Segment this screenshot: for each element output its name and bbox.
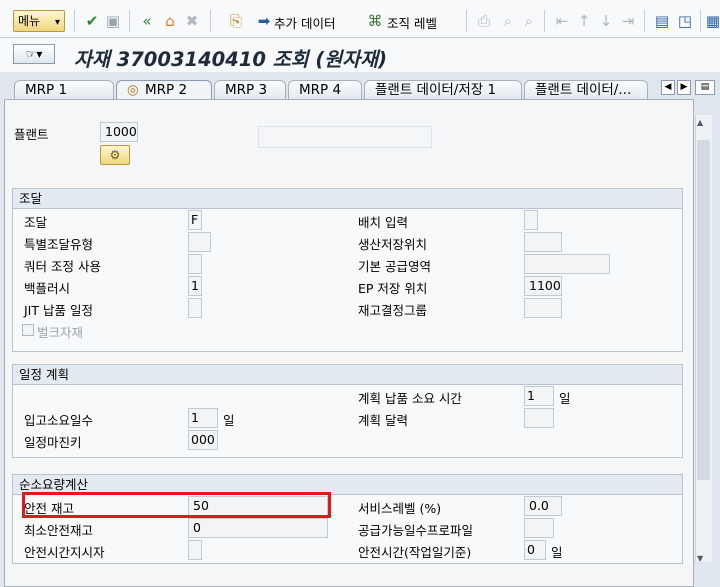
- jit-schedule-label: JIT 납품 일정: [24, 303, 93, 318]
- menu-button[interactable]: 메뉴 ▾: [13, 10, 65, 32]
- separator: [466, 10, 467, 32]
- batch-entry-field[interactable]: [524, 210, 538, 230]
- print-icon[interactable]: ⎙: [475, 12, 493, 30]
- next-page-icon[interactable]: ↓: [597, 12, 615, 30]
- shortcut-icon[interactable]: ◳: [676, 12, 694, 30]
- procurement-header: 조달: [13, 189, 682, 209]
- margin-key-label: 일정마진키: [24, 435, 82, 450]
- gr-processing-time-unit: 일: [223, 413, 235, 428]
- scroll-down-icon[interactable]: ▼: [697, 554, 703, 563]
- new-session-icon[interactable]: ▤: [653, 12, 671, 30]
- find-next-icon[interactable]: ⌕: [520, 12, 538, 30]
- ep-storage-location-label: EP 저장 위치: [358, 281, 428, 296]
- plant-label: 플랜트: [14, 127, 49, 142]
- safety-time-indicator-label: 안전시간지시자: [24, 545, 105, 560]
- prod-storage-location-label: 생산저장위치: [358, 237, 428, 252]
- planning-calendar-field[interactable]: [524, 408, 554, 428]
- separator: [210, 10, 211, 32]
- gr-processing-time-label: 입고소요일수: [24, 413, 94, 428]
- tab-mrp4[interactable]: MRP 4: [288, 80, 362, 99]
- service-level-label: 서비스레벨 (%): [358, 501, 442, 516]
- save-icon[interactable]: ▣: [104, 12, 122, 30]
- separator: [74, 10, 75, 32]
- tab-mrp1[interactable]: MRP 1: [14, 80, 114, 99]
- back-icon[interactable]: «: [138, 12, 156, 30]
- org-levels-icon[interactable]: ⌘: [366, 12, 384, 30]
- stock-determination-group-field[interactable]: [524, 298, 562, 318]
- last-page-icon[interactable]: ⇥: [619, 12, 637, 30]
- first-page-icon[interactable]: ⇤: [553, 12, 571, 30]
- special-procurement-label: 특별조달유형: [24, 237, 94, 252]
- quota-usage-field[interactable]: [188, 254, 202, 274]
- separator: [700, 10, 701, 32]
- backflush-field[interactable]: 1: [188, 276, 202, 296]
- min-safety-stock-label: 최소안전재고: [24, 523, 94, 538]
- planned-delivery-label: 계획 납품 소요 시간: [358, 391, 462, 406]
- procurement-type-label: 조달: [24, 215, 48, 230]
- cancel-icon[interactable]: ✖: [183, 12, 201, 30]
- scrollbar-thumb[interactable]: [697, 140, 710, 480]
- coverage-profile-label: 공급가능일수프로파일: [358, 523, 474, 538]
- highlight-box: [22, 492, 331, 518]
- quota-usage-label: 쿼터 조정 사용: [24, 259, 101, 274]
- bulk-material-label: 벌크자재: [37, 325, 84, 340]
- tab-list-icon[interactable]: ▤: [695, 80, 715, 95]
- arrow-right-icon[interactable]: ➡: [255, 12, 273, 30]
- jit-schedule-field[interactable]: [188, 298, 202, 318]
- plant-description: [258, 126, 432, 148]
- plant-details-icon[interactable]: ⚙: [100, 145, 130, 165]
- procurement-type-field[interactable]: F: [188, 210, 202, 230]
- additional-data-button[interactable]: 추가 데이터: [274, 13, 335, 32]
- backflush-label: 백플러시: [24, 281, 71, 296]
- tab-mrp2[interactable]: ◎ MRP 2: [116, 80, 212, 100]
- safety-time-label: 안전시간(작업일기준): [358, 545, 472, 560]
- bulk-material-checkbox[interactable]: [22, 324, 34, 336]
- tab-icon: ◎: [127, 82, 139, 98]
- stock-determination-group-label: 재고결정그룹: [358, 303, 428, 318]
- prev-page-icon[interactable]: ↑: [575, 12, 593, 30]
- special-procurement-field[interactable]: [188, 232, 211, 252]
- ep-storage-location-field[interactable]: 1100: [524, 276, 562, 296]
- tab-scroll-left-icon[interactable]: ◀: [661, 80, 675, 95]
- tab-scroll-right-icon[interactable]: ▶: [677, 80, 691, 95]
- batch-entry-label: 배치 입력: [358, 215, 408, 230]
- help-icon[interactable]: ▦: [704, 12, 720, 30]
- separator: [544, 10, 545, 32]
- create-icon[interactable]: ⎘: [227, 12, 245, 30]
- planning-calendar-label: 계획 달력: [358, 413, 408, 428]
- tab-label: MRP 2: [145, 82, 188, 98]
- scroll-up-icon[interactable]: ▲: [697, 118, 703, 127]
- prod-storage-location-field[interactable]: [524, 232, 562, 252]
- chevron-down-icon: ▾: [54, 17, 60, 28]
- tab-mrp3[interactable]: MRP 3: [214, 80, 286, 99]
- tab-plant-data-2[interactable]: 플랜트 데이터/...: [524, 80, 648, 99]
- safety-time-unit: 일: [551, 545, 563, 560]
- selection-icon[interactable]: ☞▾: [13, 44, 55, 64]
- check-icon[interactable]: ✔: [83, 12, 101, 30]
- planned-delivery-unit: 일: [559, 391, 571, 406]
- tab-plant-data-1[interactable]: 플랜트 데이터/저장 1: [364, 80, 522, 99]
- org-levels-button[interactable]: 조직 레벨: [387, 13, 437, 32]
- find-icon[interactable]: ⌕: [499, 12, 517, 30]
- page-title: 자재 37003140410 조회 (원자재): [74, 48, 388, 71]
- planned-delivery-field[interactable]: 1: [524, 386, 554, 406]
- safety-time-field[interactable]: 0: [524, 540, 546, 560]
- scheduling-header: 일정 계획: [13, 365, 682, 385]
- gr-processing-time-field[interactable]: 1: [188, 408, 218, 428]
- margin-key-field[interactable]: 000: [188, 430, 218, 450]
- plant-field[interactable]: 1000: [100, 122, 138, 142]
- min-safety-stock-field[interactable]: 0: [188, 518, 328, 538]
- default-supply-area-label: 기본 공급영역: [358, 259, 431, 274]
- service-level-field[interactable]: 0.0: [524, 496, 562, 516]
- exit-icon[interactable]: ⌂: [161, 12, 179, 30]
- coverage-profile-field[interactable]: [524, 518, 554, 538]
- separator: [644, 10, 645, 32]
- safety-time-indicator-field[interactable]: [188, 540, 202, 560]
- separator: [129, 10, 130, 32]
- default-supply-area-field[interactable]: [524, 254, 610, 274]
